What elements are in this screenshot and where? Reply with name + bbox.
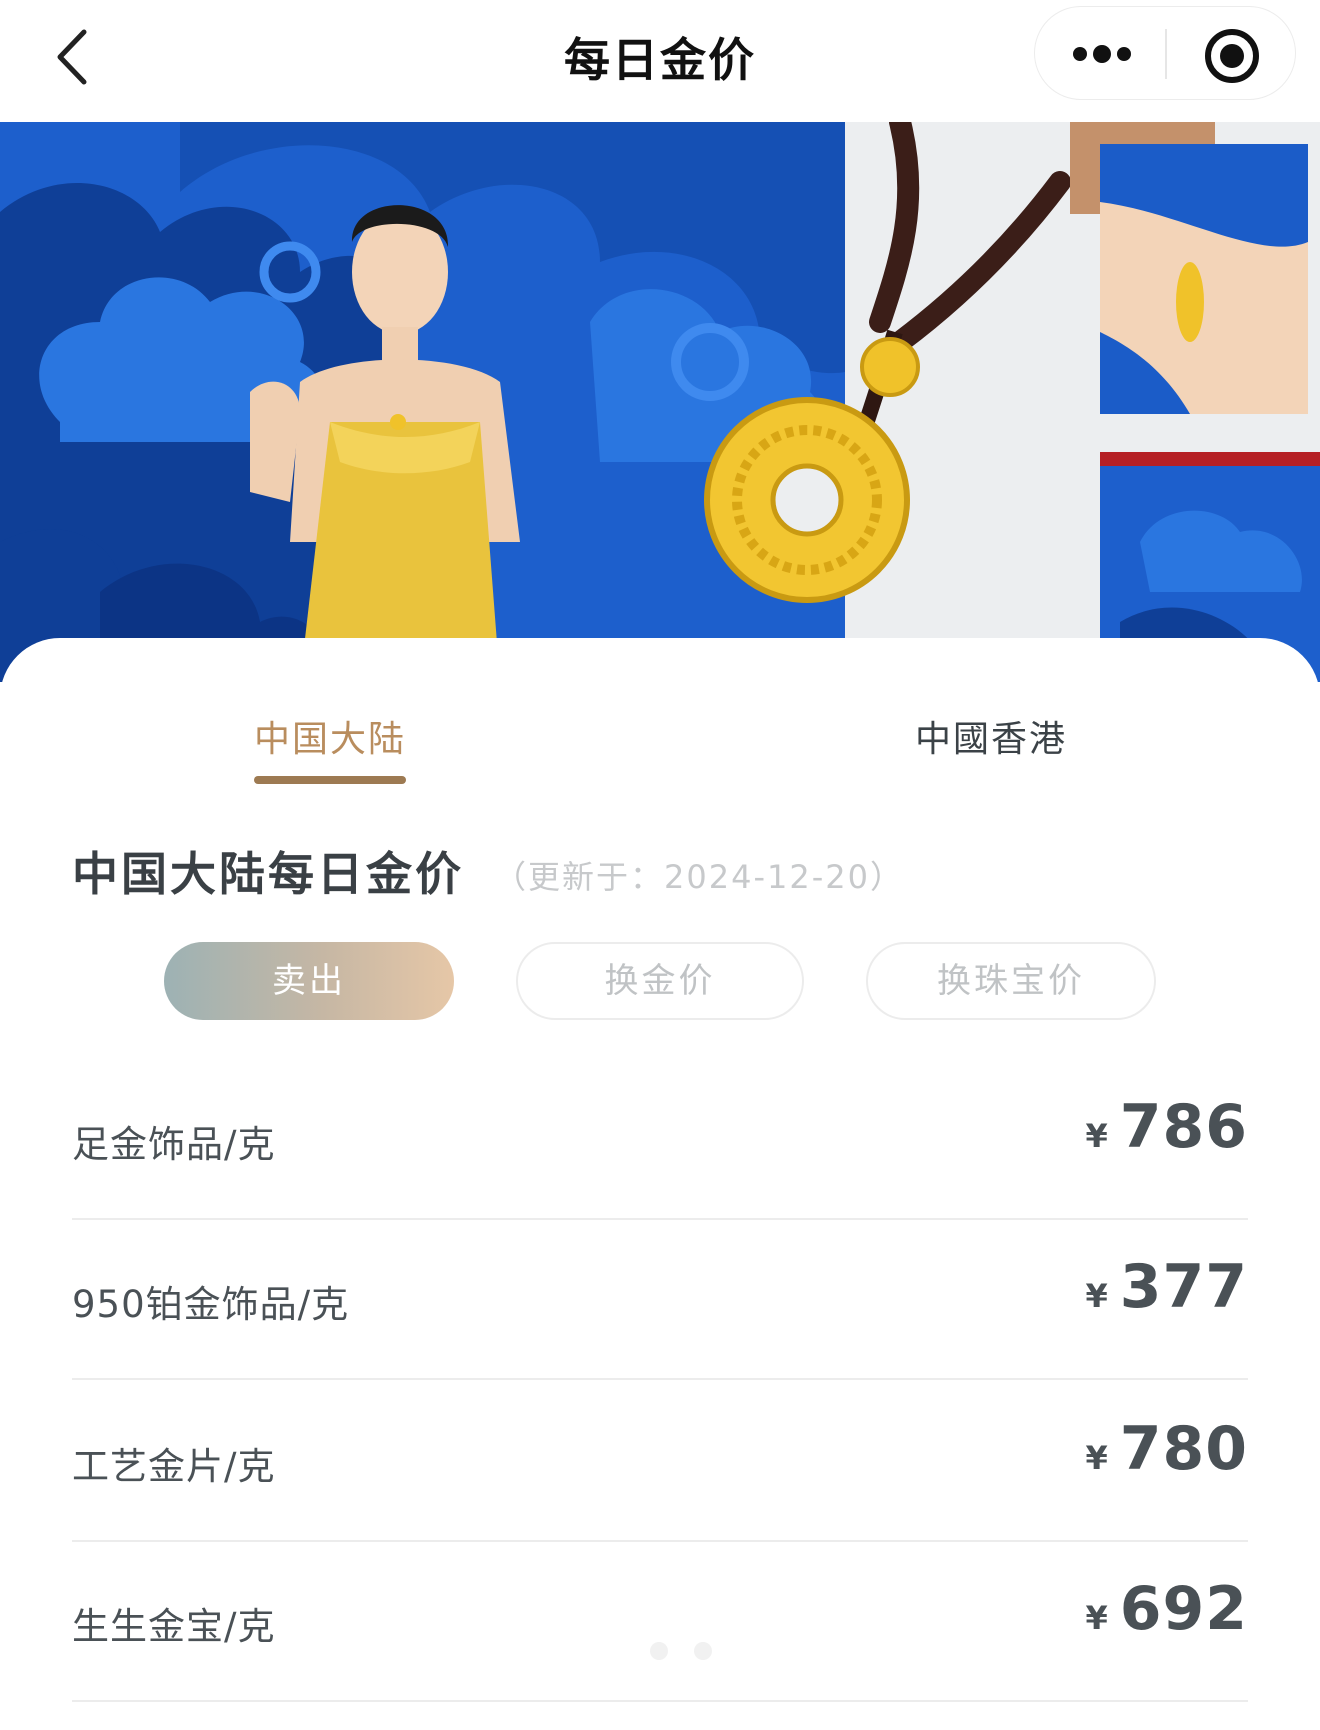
more-dots-icon <box>1073 47 1087 61</box>
mini-program-capsule <box>1034 6 1296 100</box>
close-button[interactable] <box>1167 7 1295 99</box>
more-button[interactable] <box>1035 7 1165 99</box>
page-dot <box>694 1642 712 1660</box>
price-name: 950铂金饰品/克 <box>72 1283 350 1326</box>
price-value: ¥780 <box>1085 1414 1248 1484</box>
more-dots-icon <box>1093 45 1111 63</box>
price-amount: 780 <box>1119 1414 1248 1484</box>
price-value: ¥692 <box>1085 1574 1248 1644</box>
currency-symbol: ¥ <box>1085 1599 1108 1637</box>
tab-hongkong[interactable]: 中國香港 <box>915 710 1067 762</box>
promo-banner[interactable] <box>0 122 1320 682</box>
price-type-exchange-gold-button[interactable]: 换金价 <box>516 942 804 1020</box>
price-name: 生生金宝/克 <box>72 1605 276 1648</box>
price-amount: 786 <box>1119 1092 1248 1162</box>
page-indicator <box>650 1642 720 1662</box>
price-card: 中国大陆 中國香港 中国大陆每日金价 （更新于：2024-12-20） 卖出 换… <box>0 638 1320 1730</box>
target-close-icon-dot <box>1220 44 1244 68</box>
currency-symbol: ¥ <box>1085 1277 1108 1315</box>
price-row: 足金饰品/克 ¥786 <box>72 1058 1248 1220</box>
currency-symbol: ¥ <box>1085 1439 1108 1477</box>
price-value: ¥786 <box>1085 1092 1248 1162</box>
price-row: 工艺金片/克 ¥780 <box>72 1380 1248 1542</box>
page-dot <box>650 1642 668 1660</box>
jewelry-promo-banner <box>0 122 1320 682</box>
price-type-sell-button[interactable]: 卖出 <box>164 942 454 1020</box>
price-type-exchange-jewelry-button[interactable]: 换珠宝价 <box>866 942 1156 1020</box>
price-value: ¥377 <box>1085 1252 1248 1322</box>
section-title: 中国大陆每日金价 <box>72 847 464 901</box>
price-name: 足金饰品/克 <box>72 1123 276 1166</box>
price-amount: 692 <box>1119 1574 1248 1644</box>
price-name: 工艺金片/克 <box>72 1445 276 1488</box>
price-amount: 377 <box>1119 1252 1248 1322</box>
more-dots-icon <box>1117 47 1131 61</box>
price-row: 生生金宝/克 ¥692 <box>72 1540 1248 1702</box>
nav-bar: 每日金价 <box>0 0 1320 122</box>
update-date: （更新于：2024-12-20） <box>494 858 904 896</box>
price-row: 950铂金饰品/克 ¥377 <box>72 1218 1248 1380</box>
active-tab-indicator <box>254 776 406 784</box>
currency-symbol: ¥ <box>1085 1117 1108 1155</box>
tab-mainland[interactable]: 中国大陆 <box>254 710 406 762</box>
